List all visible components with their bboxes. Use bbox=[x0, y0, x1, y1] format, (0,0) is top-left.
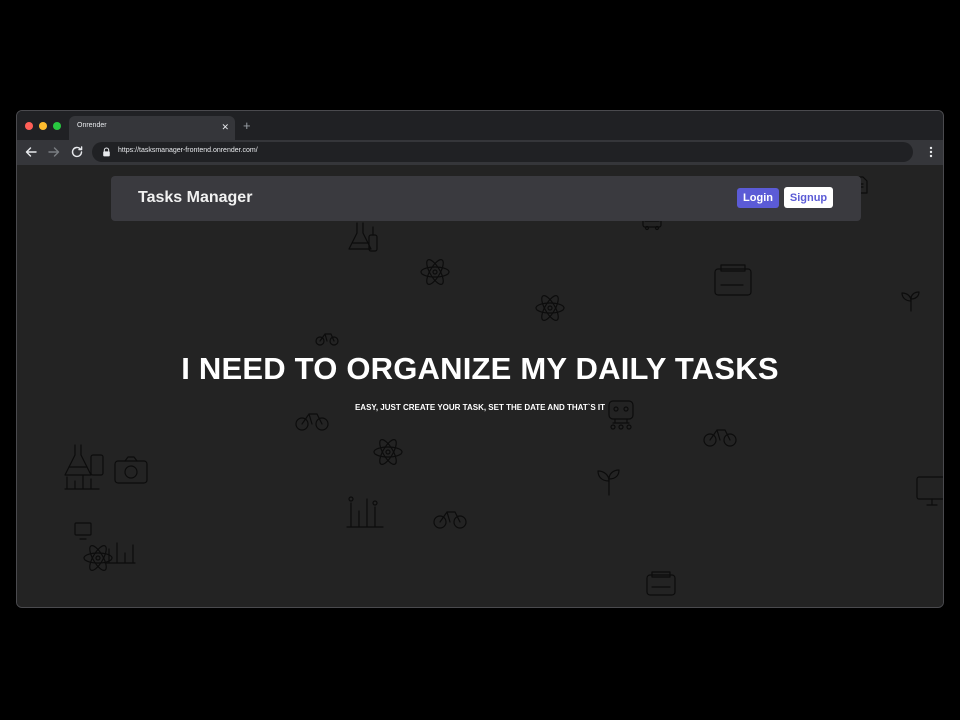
kebab-menu-icon[interactable] bbox=[927, 145, 935, 159]
bicycle-doodle-icon bbox=[315, 333, 339, 346]
computer-doodle-icon bbox=[916, 476, 943, 506]
bicycle-doodle-icon-4 bbox=[433, 511, 467, 529]
atom-doodle-icon bbox=[420, 259, 450, 285]
bicycle-doodle-icon-3 bbox=[703, 429, 737, 447]
bicycle-doodle-icon-2 bbox=[295, 413, 329, 431]
site-navbar: Tasks Manager Login Signup bbox=[111, 176, 861, 221]
notes-box-doodle-icon bbox=[714, 264, 752, 296]
sprout-doodle-icon-2 bbox=[597, 469, 620, 496]
reload-icon[interactable] bbox=[69, 144, 85, 160]
tab-bar: Onrender ✕ + bbox=[17, 111, 943, 140]
bar-chart-doodle-icon bbox=[346, 496, 384, 528]
atom-doodle-icon-2 bbox=[535, 295, 565, 321]
address-bar[interactable]: https://tasksmanager-frontend.onrender.c… bbox=[92, 142, 913, 162]
brand-logo-text[interactable]: Tasks Manager bbox=[138, 189, 252, 207]
lock-icon bbox=[103, 147, 110, 157]
monitor-doodle-icon bbox=[74, 522, 92, 540]
hero-title: I NEED TO ORGANIZE MY DAILY TASKS bbox=[181, 351, 779, 386]
back-arrow-icon[interactable] bbox=[23, 144, 39, 160]
forward-arrow-icon[interactable] bbox=[46, 144, 62, 160]
browser-tab[interactable]: Onrender ✕ bbox=[69, 116, 235, 140]
lab-flask-doodle-icon-2 bbox=[64, 444, 104, 490]
maximize-window-button[interactable] bbox=[53, 122, 61, 130]
new-tab-button[interactable]: + bbox=[243, 119, 251, 133]
notes-box-doodle-icon-2 bbox=[646, 571, 676, 596]
sprout-doodle-icon bbox=[901, 291, 920, 312]
minimize-window-button[interactable] bbox=[39, 122, 47, 130]
page-viewport: Tasks Manager Login Signup I NEED TO ORG… bbox=[17, 165, 943, 607]
hero-subtitle: EASY, JUST CREATE YOUR TASK, SET THE DAT… bbox=[354, 403, 606, 412]
tab-title: Onrender bbox=[77, 122, 107, 129]
camera-doodle-icon bbox=[114, 456, 148, 484]
bar-chart-doodle-icon-2 bbox=[104, 542, 136, 564]
browser-window: Onrender ✕ + https://tasksmanager-fronte… bbox=[16, 110, 944, 608]
tab-close-icon[interactable]: ✕ bbox=[221, 121, 229, 133]
atom-doodle-icon-4 bbox=[83, 545, 113, 571]
close-window-button[interactable] bbox=[25, 122, 33, 130]
browser-toolbar: https://tasksmanager-frontend.onrender.c… bbox=[17, 140, 943, 165]
lab-flask-doodle-icon bbox=[348, 222, 378, 252]
login-button[interactable]: Login bbox=[737, 188, 779, 208]
signup-button[interactable]: Signup bbox=[784, 187, 833, 208]
atom-doodle-icon-3 bbox=[373, 439, 403, 465]
url-text[interactable]: https://tasksmanager-frontend.onrender.c… bbox=[118, 147, 258, 154]
